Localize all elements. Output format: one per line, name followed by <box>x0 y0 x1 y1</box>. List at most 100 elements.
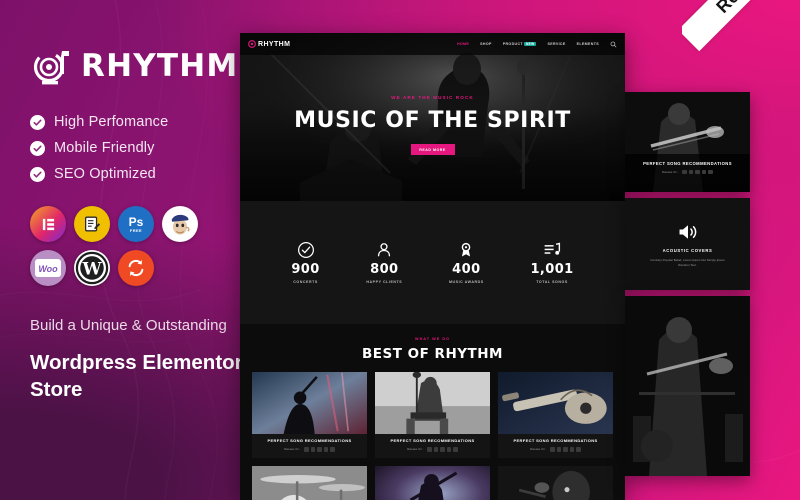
site-logo[interactable]: RHYTHM <box>248 40 290 48</box>
hero-section: WE ARE THE MUSIC ROCK MUSIC OF THE SPIRI… <box>240 33 625 201</box>
wordpress-badge-icon: W <box>74 250 110 286</box>
floating-photo-panel <box>625 296 750 476</box>
music-card[interactable] <box>375 465 490 500</box>
floating-feature-body: Contrary Popular Belief, Lorem Ipsum Not… <box>650 258 725 267</box>
nav-item-elements[interactable]: ELEMENTS <box>577 42 599 46</box>
hero-title: MUSIC OF THE SPIRIT <box>294 108 571 133</box>
floating-card-panel[interactable]: PERFECT SONG RECOMMENDATIONS Release On … <box>625 92 750 192</box>
music-card[interactable] <box>498 465 613 500</box>
feature-list: High Perfomance Mobile Friendly SEO Opti… <box>30 114 245 182</box>
feature-item: Mobile Friendly <box>30 140 245 156</box>
tagline-primary: Wordpress Elementor Store <box>30 351 243 402</box>
forms-badge-icon <box>74 206 110 242</box>
music-card-image <box>498 372 613 434</box>
social-share-icon[interactable] <box>576 447 581 452</box>
music-card-body: PERFECT SONG RECOMMENDATIONS Release On … <box>252 434 367 458</box>
nav-item-service[interactable]: SERVICE <box>547 42 565 46</box>
music-card-image <box>252 372 367 434</box>
social-instagram-icon[interactable] <box>440 447 445 452</box>
music-card-title: PERFECT SONG RECOMMENDATIONS <box>513 438 598 443</box>
social-share-icon[interactable] <box>708 169 713 174</box>
social-youtube-icon[interactable] <box>323 447 329 452</box>
rhythm-disc-logo-icon <box>33 51 69 85</box>
floating-card-meta: Release On : <box>625 169 750 174</box>
floating-photo <box>625 296 750 476</box>
best-of-eyebrow: WHAT WE DO <box>414 337 451 341</box>
music-card-meta: Release On : <box>502 447 609 452</box>
social-instagram-icon[interactable] <box>695 169 700 174</box>
nav-item-product-label: PRODUCT <box>502 42 523 46</box>
nav-item-shop[interactable]: SHOP <box>480 42 492 46</box>
feature-label: High Perfomance <box>54 114 169 130</box>
floating-feature-title: ACOUSTIC COVERS <box>662 248 713 253</box>
stat-value: 800 <box>370 262 399 277</box>
promo-left-panel: RHYTHM High Perfomance Mobile Friendly S… <box>30 44 245 403</box>
feature-item: High Perfomance <box>30 114 245 130</box>
check-icon <box>30 114 45 130</box>
social-instagram-icon[interactable] <box>317 447 322 452</box>
music-card-image <box>498 465 613 500</box>
social-youtube-icon[interactable] <box>446 447 452 452</box>
social-facebook-icon[interactable] <box>427 447 432 452</box>
stat-item: 800 HAPPY CLIENTS <box>366 241 402 284</box>
user-icon <box>378 243 391 257</box>
stat-value: 900 <box>291 262 320 277</box>
social-twitter-icon[interactable] <box>310 447 316 452</box>
social-facebook-icon[interactable] <box>304 447 309 452</box>
social-youtube-icon[interactable] <box>569 447 575 452</box>
music-card[interactable] <box>252 465 367 500</box>
hero-eyebrow: WE ARE THE MUSIC ROCK <box>391 95 474 100</box>
music-card-image <box>375 372 490 434</box>
site-logo-text: RHYTHM <box>258 40 291 48</box>
plugin-badge-row: Ps FREE <box>30 206 245 242</box>
woocommerce-badge-icon: Woo <box>30 250 66 286</box>
music-card-meta-label: Release On : <box>530 447 547 452</box>
site-nav-menu: HOME SHOP PRODUCT NEW SERVICE ELEMENTS <box>457 41 617 48</box>
site-logo-disc-icon <box>248 40 256 48</box>
floating-card-caption: PERFECT SONG RECOMMENDATIONS Release On … <box>625 161 750 174</box>
social-twitter-icon[interactable] <box>433 447 439 452</box>
svg-text:W: W <box>81 260 102 280</box>
stat-label: MUSIC AWARDS <box>448 280 484 284</box>
music-card[interactable]: PERFECT SONG RECOMMENDATIONS Release On … <box>498 372 613 458</box>
social-twitter-icon[interactable] <box>556 447 562 452</box>
hero-read-more-button[interactable]: READ MORE <box>410 144 455 155</box>
stat-value: 1,001 <box>530 262 574 277</box>
feature-item: SEO Optimized <box>30 166 245 182</box>
check-circle-icon <box>297 242 314 258</box>
stat-item: 400 MUSIC AWARDS <box>449 241 484 284</box>
brand-name: RHYTHM <box>81 48 239 84</box>
check-icon <box>30 140 45 156</box>
floating-card-meta-label: Release On : <box>662 169 679 174</box>
photoshop-badge-sub: FREE <box>129 227 143 233</box>
music-card[interactable]: PERFECT SONG RECOMMENDATIONS Release On … <box>375 372 490 458</box>
award-icon <box>462 242 471 257</box>
nav-item-product-badge: NEW <box>523 42 537 46</box>
social-facebook-icon[interactable] <box>682 169 687 174</box>
nav-item-product[interactable]: PRODUCT NEW <box>503 42 537 46</box>
brand-lockup: RHYTHM <box>30 44 245 88</box>
stat-label: HAPPY CLIENTS <box>366 280 403 284</box>
speaker-volume-icon <box>679 225 696 239</box>
elementor-badge-icon <box>30 206 66 242</box>
stat-label: CONCERTS <box>293 280 318 284</box>
website-mockup: WE ARE THE MUSIC ROCK MUSIC OF THE SPIRI… <box>240 33 625 500</box>
photoshop-badge-icon: Ps FREE <box>118 206 154 242</box>
stat-item: 1,001 TOTAL SONGS <box>530 241 573 284</box>
playlist-note-icon <box>544 242 561 255</box>
nav-item-home[interactable]: HOME <box>457 42 469 46</box>
social-youtube-icon[interactable] <box>701 169 707 174</box>
search-icon[interactable] <box>610 41 617 48</box>
social-facebook-icon[interactable] <box>550 447 555 452</box>
plugin-badge-row: Woo W <box>30 250 245 286</box>
hero-content: WE ARE THE MUSIC ROCK MUSIC OF THE SPIRI… <box>240 95 625 155</box>
floating-card-photo <box>625 92 750 192</box>
social-share-icon[interactable] <box>330 447 335 452</box>
social-instagram-icon[interactable] <box>563 447 568 452</box>
tagline-secondary: Build a Unique & Outstanding <box>30 317 227 334</box>
plugin-badge-group: Ps FREE Woo W <box>30 206 245 286</box>
best-of-section: WHAT WE DO BEST OF RHYTHM PERFECT SONG R… <box>240 324 625 500</box>
social-twitter-icon[interactable] <box>688 169 694 174</box>
music-card[interactable]: PERFECT SONG RECOMMENDATIONS Release On … <box>252 372 367 458</box>
social-share-icon[interactable] <box>453 447 458 452</box>
